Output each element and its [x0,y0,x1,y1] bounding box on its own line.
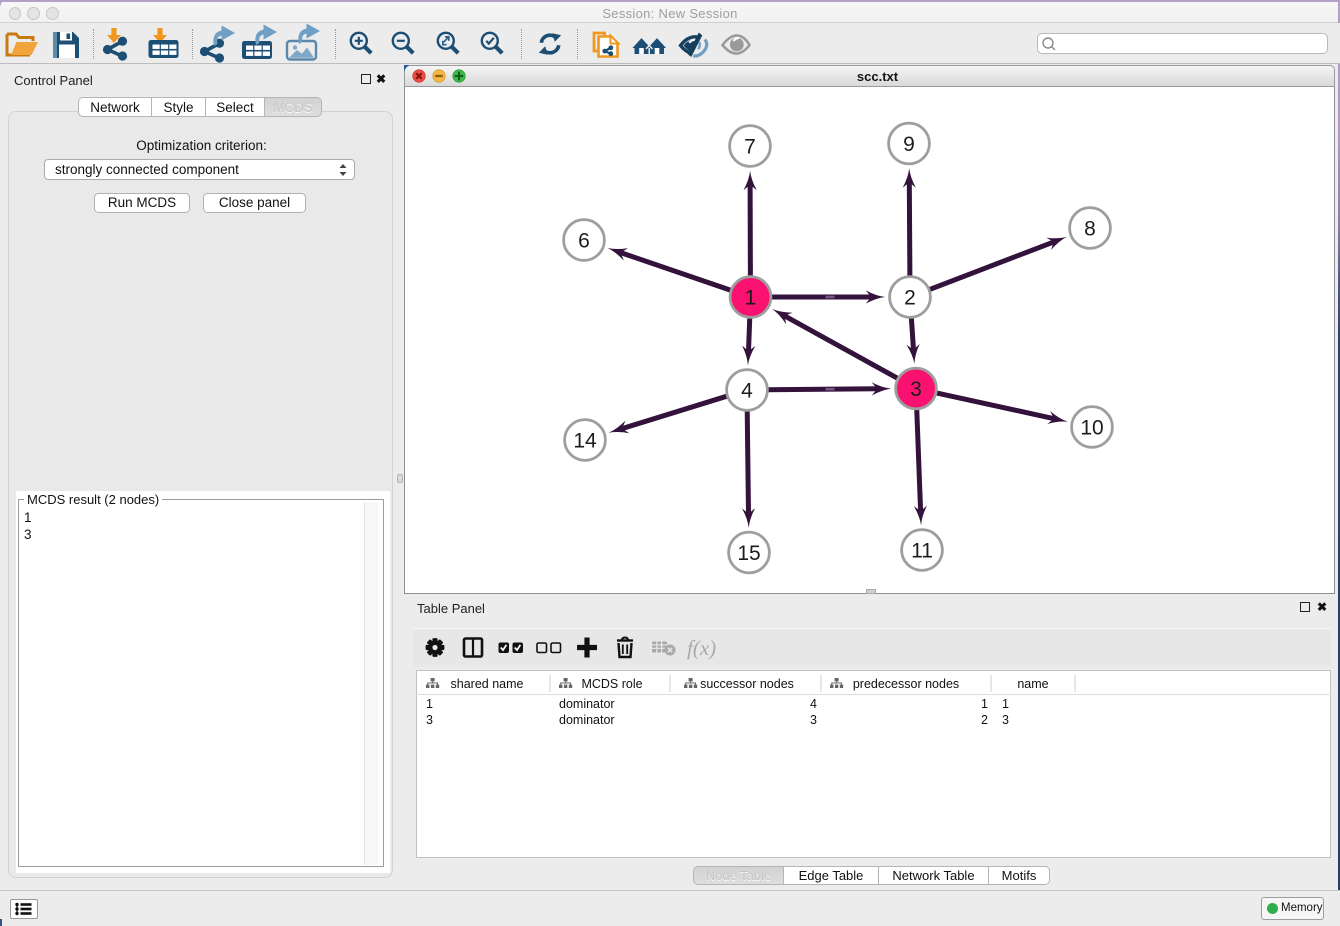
svg-text:1: 1 [426,697,433,711]
svg-text:1: 1 [1002,697,1009,711]
svg-text:1: 1 [981,697,988,711]
svg-text:9: 9 [903,133,915,156]
svg-text:7: 7 [744,136,756,159]
svg-text:11: 11 [911,540,933,563]
svg-text:2: 2 [904,287,916,310]
svg-text:4: 4 [741,380,753,403]
svg-text:6: 6 [578,230,590,253]
svg-text:3: 3 [910,378,922,401]
svg-text:predecessor nodes: predecessor nodes [853,677,959,691]
svg-text:dominator: dominator [559,713,615,727]
svg-text:shared name: shared name [451,677,524,691]
svg-text:3: 3 [810,713,817,727]
svg-text:8: 8 [1084,218,1096,241]
svg-text:name: name [1017,677,1048,691]
svg-text:dominator: dominator [559,697,615,711]
svg-text:3: 3 [1002,713,1009,727]
svg-text:2: 2 [981,713,988,727]
svg-text:MCDS role: MCDS role [581,677,642,691]
svg-text:10: 10 [1080,417,1103,440]
svg-text:f(x): f(x) [687,636,716,660]
svg-text:3: 3 [426,713,433,727]
svg-text:4: 4 [810,697,817,711]
svg-text:successor nodes: successor nodes [700,677,794,691]
svg-text:14: 14 [573,430,597,453]
svg-text:1: 1 [745,287,757,310]
svg-text:15: 15 [737,542,760,565]
